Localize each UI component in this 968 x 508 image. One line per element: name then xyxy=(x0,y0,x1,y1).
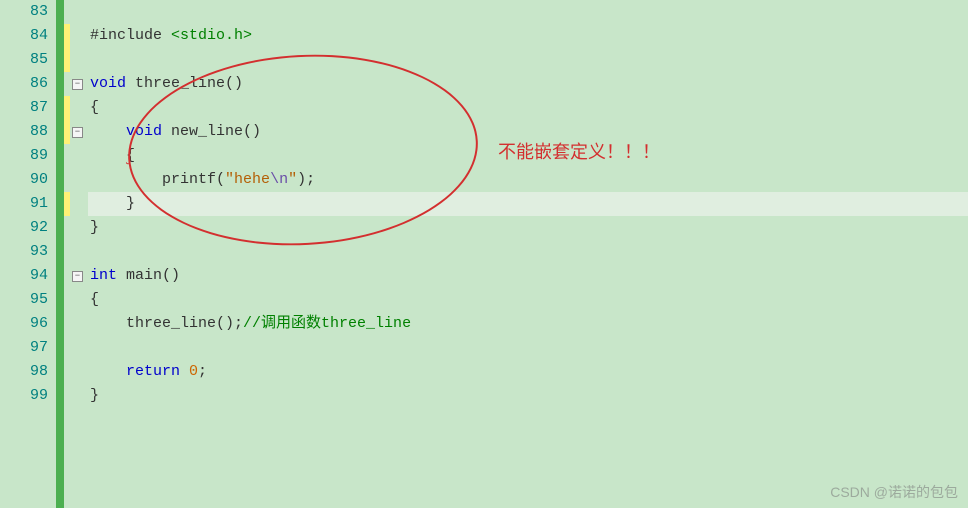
fold-toggle-icon[interactable]: − xyxy=(72,271,83,282)
line-number: 95 xyxy=(0,288,48,312)
line-number: 98 xyxy=(0,360,48,384)
line-number: 92 xyxy=(0,216,48,240)
code-line[interactable] xyxy=(88,48,968,72)
line-number: 94 xyxy=(0,264,48,288)
line-number: 91 xyxy=(0,192,48,216)
code-line[interactable]: { xyxy=(88,288,968,312)
line-number: 96 xyxy=(0,312,48,336)
code-line[interactable]: printf("hehe\n"); xyxy=(88,168,968,192)
code-line[interactable]: int main() xyxy=(88,264,968,288)
line-number: 97 xyxy=(0,336,48,360)
code-line[interactable] xyxy=(88,0,968,24)
code-line[interactable]: #include <stdio.h> xyxy=(88,24,968,48)
fold-gutter: − − − xyxy=(70,0,88,508)
line-number: 88 xyxy=(0,120,48,144)
line-number: 93 xyxy=(0,240,48,264)
code-line[interactable]: return 0; xyxy=(88,360,968,384)
line-number: 90 xyxy=(0,168,48,192)
line-number: 86 xyxy=(0,72,48,96)
code-line[interactable] xyxy=(88,240,968,264)
line-number: 99 xyxy=(0,384,48,408)
code-content-area[interactable]: #include <stdio.h> void three_line() { v… xyxy=(88,0,968,508)
code-line[interactable]: void three_line() xyxy=(88,72,968,96)
code-line[interactable]: } xyxy=(88,384,968,408)
line-number: 87 xyxy=(0,96,48,120)
code-line[interactable]: { xyxy=(88,96,968,120)
fold-toggle-icon[interactable]: − xyxy=(72,127,83,138)
code-line[interactable] xyxy=(88,336,968,360)
line-number: 89 xyxy=(0,144,48,168)
line-number-gutter: 83 84 85 86 87 88 89 90 91 92 93 94 95 9… xyxy=(0,0,56,508)
watermark-text: CSDN @诺诺的包包 xyxy=(830,482,958,502)
code-editor: 83 84 85 86 87 88 89 90 91 92 93 94 95 9… xyxy=(0,0,968,508)
code-line[interactable]: } xyxy=(88,216,968,240)
annotation-text: 不能嵌套定义！！！ xyxy=(498,138,660,164)
fold-toggle-icon[interactable]: − xyxy=(72,79,83,90)
line-number: 85 xyxy=(0,48,48,72)
code-line[interactable]: three_line();//调用函数three_line xyxy=(88,312,968,336)
margin-bar xyxy=(56,0,64,508)
line-number: 83 xyxy=(0,0,48,24)
code-line-highlighted[interactable]: } xyxy=(88,192,968,216)
line-number: 84 xyxy=(0,24,48,48)
